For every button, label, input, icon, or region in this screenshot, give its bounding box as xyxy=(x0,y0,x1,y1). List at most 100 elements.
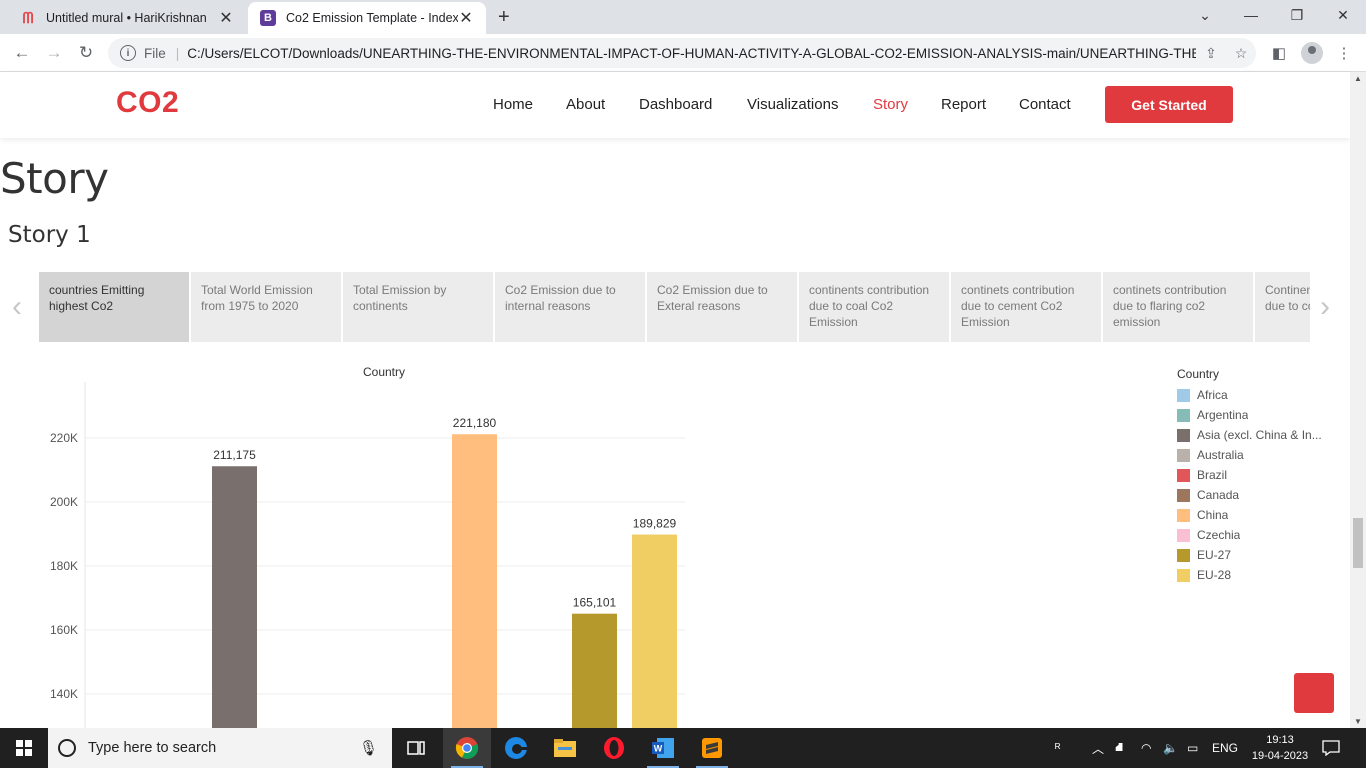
nav-visualizations[interactable]: Visualizations xyxy=(747,96,838,113)
story-point-6[interactable]: continents contribution due to coal Co2 … xyxy=(799,272,949,342)
close-tab-icon[interactable]: ✕ xyxy=(458,8,474,28)
get-started-button[interactable]: Get Started xyxy=(1105,86,1233,123)
minimize-icon[interactable]: — xyxy=(1228,0,1274,30)
nav-report[interactable]: Report xyxy=(941,96,986,113)
url-text[interactable]: C:/Users/ELCOT/Downloads/UNEARTHING-THE-… xyxy=(187,46,1196,61)
bar-value-label: 165,101 xyxy=(573,596,617,610)
legend-swatch xyxy=(1177,408,1190,422)
story-point-3[interactable]: Total Emission by continents xyxy=(343,272,493,342)
scroll-up-icon[interactable]: ▲ xyxy=(1354,74,1362,83)
tab-title: Co2 Emission Template - Index xyxy=(286,11,458,25)
carousel-next-icon[interactable]: › xyxy=(1320,290,1330,324)
legend-label: China xyxy=(1197,508,1229,522)
notification-icon[interactable] xyxy=(1322,728,1340,768)
people-icon[interactable]: ᴿ xyxy=(1055,728,1060,768)
network-drive-icon[interactable]: ⛘ xyxy=(1115,728,1123,768)
taskbar-search-box[interactable]: Type here to search 🎙 xyxy=(48,728,392,768)
clock-time: 19:13 xyxy=(1266,734,1294,746)
back-to-top-button[interactable] xyxy=(1294,673,1334,713)
legend-item[interactable]: Australia xyxy=(1177,445,1342,465)
sublime-text-taskbar-icon[interactable] xyxy=(688,728,736,768)
windows-taskbar: Type here to search 🎙 W ᴿ ︿ ⛘ ◠ 🔈 ▭ ENG … xyxy=(0,728,1366,768)
word-taskbar-icon[interactable]: W xyxy=(639,728,687,768)
close-tab-icon[interactable]: ✕ xyxy=(218,8,234,28)
nav-contact[interactable]: Contact xyxy=(1019,96,1071,113)
site-header: CO2 Home About Dashboard Visualizations … xyxy=(0,72,1350,138)
legend-item[interactable]: Africa xyxy=(1177,385,1342,405)
legend-item[interactable]: Argentina xyxy=(1177,405,1342,425)
tab-search-chevron-icon[interactable]: ⌄ xyxy=(1182,0,1228,30)
legend-item[interactable]: China xyxy=(1177,505,1342,525)
site-logo[interactable]: CO2 xyxy=(116,86,179,120)
opera-taskbar-icon[interactable] xyxy=(590,728,638,768)
side-panel-icon[interactable]: ◧ xyxy=(1267,42,1291,64)
show-hidden-icons-chevron-icon[interactable]: ︿ xyxy=(1092,728,1104,768)
story-point-2[interactable]: Total World Emission from 1975 to 2020 xyxy=(191,272,341,342)
legend-item[interactable]: Canada xyxy=(1177,485,1342,505)
task-view-icon[interactable] xyxy=(392,728,440,768)
y-tick-label: 180K xyxy=(50,559,78,573)
info-icon[interactable]: i xyxy=(120,45,136,61)
clock-date: 19-04-2023 xyxy=(1251,750,1309,762)
bookmark-star-icon[interactable]: ☆ xyxy=(1226,45,1256,62)
browser-tab-mural[interactable]: ᗰ Untitled mural • HariKrishnan ✕ xyxy=(8,2,246,34)
legend-item[interactable]: Brazil xyxy=(1177,465,1342,485)
legend-item[interactable]: Czechia xyxy=(1177,525,1342,545)
battery-icon[interactable]: ▭ xyxy=(1187,728,1198,768)
nav-about[interactable]: About xyxy=(566,96,605,113)
story-point-7[interactable]: continets contribution due to cement Co2… xyxy=(951,272,1101,342)
bar-eu-27 xyxy=(572,613,617,728)
profile-avatar-icon[interactable] xyxy=(1300,42,1324,64)
story-point-1[interactable]: countries Emitting highest Co2 xyxy=(39,272,189,342)
taskbar-clock[interactable]: 19:13 19-04-2023 xyxy=(1250,732,1310,764)
legend-item[interactable]: Asia (excl. China & In... xyxy=(1177,425,1342,445)
mural-favicon-icon: ᗰ xyxy=(22,9,34,27)
back-arrow-icon[interactable]: ← xyxy=(10,41,34,65)
nav-story[interactable]: Story xyxy=(873,96,908,113)
legend-item[interactable]: EU-28 xyxy=(1177,565,1342,585)
legend-item[interactable]: EU-27 xyxy=(1177,545,1342,565)
file-explorer-taskbar-icon[interactable] xyxy=(541,728,589,768)
edge-taskbar-icon[interactable] xyxy=(492,728,540,768)
reload-icon[interactable]: ↻ xyxy=(74,41,98,65)
y-tick-label: 160K xyxy=(50,623,78,637)
windows-start-icon[interactable] xyxy=(0,728,48,768)
browser-menu-icon[interactable]: ⋮ xyxy=(1332,42,1356,64)
share-icon[interactable]: ⇪ xyxy=(1196,45,1226,62)
language-indicator[interactable]: ENG xyxy=(1212,728,1238,768)
browser-tab-co2-template[interactable]: B Co2 Emission Template - Index ✕ xyxy=(248,2,486,34)
carousel-prev-icon[interactable]: ‹ xyxy=(12,290,22,324)
bar-asia-excl-china-in xyxy=(212,466,257,728)
nav-dashboard[interactable]: Dashboard xyxy=(639,96,712,113)
story-point-4[interactable]: Co2 Emission due to internal reasons xyxy=(495,272,645,342)
legend-swatch xyxy=(1177,508,1190,522)
wifi-icon[interactable]: ◠ xyxy=(1141,728,1151,768)
legend-swatch xyxy=(1177,388,1190,402)
forward-arrow-icon[interactable]: → xyxy=(42,41,66,65)
volume-icon[interactable]: 🔈 xyxy=(1163,728,1178,768)
nav-home[interactable]: Home xyxy=(493,96,533,113)
chrome-taskbar-icon[interactable] xyxy=(443,728,491,768)
legend-swatch xyxy=(1177,468,1190,482)
story-point-9[interactable]: Continents contribution due to co2 emiss… xyxy=(1255,272,1310,342)
y-tick-label: 200K xyxy=(50,495,78,509)
window-close-icon[interactable]: ✕ xyxy=(1320,0,1366,30)
url-scheme: File xyxy=(144,45,166,61)
new-tab-icon[interactable]: + xyxy=(498,6,510,29)
legend-label: Asia (excl. China & In... xyxy=(1197,428,1322,442)
chart-title: Country xyxy=(363,365,405,379)
bar-value-label: 211,175 xyxy=(213,448,256,462)
scroll-down-icon[interactable]: ▼ xyxy=(1354,717,1362,726)
story-points: countries Emitting highest Co2 Total Wor… xyxy=(39,272,1310,342)
page-scrollbar[interactable]: ▲ ▼ xyxy=(1350,72,1366,728)
restore-icon[interactable]: ❐ xyxy=(1274,0,1320,30)
story-point-8[interactable]: continets contribution due to flaring co… xyxy=(1103,272,1253,342)
legend-title: Country xyxy=(1177,367,1220,381)
legend-label: Czechia xyxy=(1197,528,1241,542)
browser-tab-strip: ᗰ Untitled mural • HariKrishnan ✕ B Co2 … xyxy=(0,0,1366,34)
address-bar[interactable]: i File | C:/Users/ELCOT/Downloads/UNEART… xyxy=(108,38,1256,68)
microphone-icon[interactable]: 🎙 xyxy=(359,739,378,757)
story-point-5[interactable]: Co2 Emission due to Exteral reasons xyxy=(647,272,797,342)
legend-label: Brazil xyxy=(1197,468,1228,482)
scrollbar-thumb[interactable] xyxy=(1353,518,1363,568)
